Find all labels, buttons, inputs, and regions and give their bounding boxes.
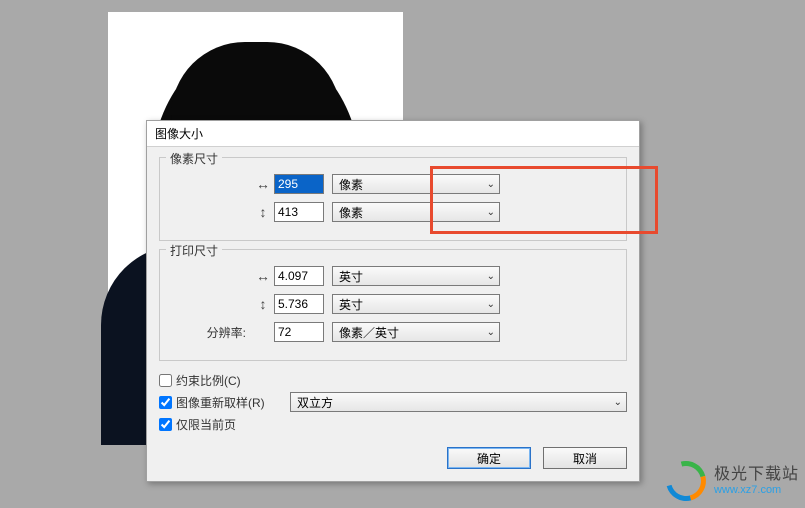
print-width-row: ↔ 英寸 ⌄ [172, 264, 614, 288]
watermark: 极光下载站 www.xz7.com [666, 461, 799, 501]
resolution-unit-select[interactable]: 像素／英寸 ⌄ [332, 322, 500, 342]
chevron-down-icon: ⌄ [487, 271, 495, 282]
pixel-dimensions-legend: 像素尺寸 [166, 150, 222, 167]
current-page-row: 仅限当前页 [159, 413, 627, 435]
constrain-proportions-checkbox[interactable] [159, 374, 172, 387]
watermark-url: www.xz7.com [714, 484, 799, 497]
pixel-height-row: ↕ 像素 ⌄ [172, 200, 614, 224]
current-page-checkbox[interactable] [159, 418, 172, 431]
pixel-width-row: ↔ 像素 ⌄ [172, 172, 614, 196]
print-height-unit-label: 英寸 [339, 296, 363, 313]
print-width-unit-label: 英寸 [339, 268, 363, 285]
pixel-width-input[interactable] [274, 174, 324, 194]
resolution-unit-label: 像素／英寸 [339, 324, 399, 341]
width-arrow-icon: ↔ [252, 268, 274, 284]
resample-checkbox[interactable] [159, 396, 172, 409]
pixel-dimensions-group: 像素尺寸 ↔ 像素 ⌄ ↕ 像素 ⌄ [159, 157, 627, 241]
pixel-height-unit-label: 像素 [339, 204, 363, 221]
chevron-down-icon: ⌄ [487, 327, 495, 338]
resample-label: 图像重新取样(R) [176, 394, 286, 411]
resolution-label: 分辨率: [172, 324, 252, 341]
dialog-buttons: 确定 取消 [147, 447, 639, 481]
pixel-width-unit-select[interactable]: 像素 ⌄ [332, 174, 500, 194]
watermark-logo-icon [666, 461, 706, 501]
constrain-proportions-row: 约束比例(C) [159, 369, 627, 391]
resample-method-select[interactable]: 双立方 ⌄ [290, 392, 627, 412]
print-dimensions-legend: 打印尺寸 [166, 242, 222, 259]
constrain-proportions-label: 约束比例(C) [176, 372, 241, 389]
pixel-width-unit-label: 像素 [339, 176, 363, 193]
print-dimensions-group: 打印尺寸 ↔ 英寸 ⌄ ↕ 英寸 ⌄ 分辨率: [159, 249, 627, 361]
print-width-input[interactable] [274, 266, 324, 286]
chevron-down-icon: ⌄ [487, 207, 495, 218]
width-arrow-icon: ↔ [252, 176, 274, 192]
pixel-height-unit-select[interactable]: 像素 ⌄ [332, 202, 500, 222]
watermark-name: 极光下载站 [714, 465, 799, 484]
print-width-unit-select[interactable]: 英寸 ⌄ [332, 266, 500, 286]
cancel-button[interactable]: 取消 [543, 447, 627, 469]
resolution-input[interactable] [274, 322, 324, 342]
pixel-height-input[interactable] [274, 202, 324, 222]
chevron-down-icon: ⌄ [614, 397, 622, 408]
resample-row: 图像重新取样(R) 双立方 ⌄ [159, 391, 627, 413]
dialog-title: 图像大小 [147, 121, 639, 147]
resolution-row: 分辨率: 像素／英寸 ⌄ [172, 320, 614, 344]
current-page-label: 仅限当前页 [176, 416, 236, 433]
print-height-input[interactable] [274, 294, 324, 314]
print-height-row: ↕ 英寸 ⌄ [172, 292, 614, 316]
height-arrow-icon: ↕ [252, 296, 274, 312]
height-arrow-icon: ↕ [252, 204, 274, 220]
chevron-down-icon: ⌄ [487, 299, 495, 310]
image-size-dialog: 图像大小 像素尺寸 ↔ 像素 ⌄ ↕ 像素 ⌄ [146, 120, 640, 482]
ok-button[interactable]: 确定 [447, 447, 531, 469]
print-height-unit-select[interactable]: 英寸 ⌄ [332, 294, 500, 314]
chevron-down-icon: ⌄ [487, 179, 495, 190]
resample-method-label: 双立方 [297, 394, 333, 411]
options-group: 约束比例(C) 图像重新取样(R) 双立方 ⌄ 仅限当前页 [159, 369, 627, 435]
